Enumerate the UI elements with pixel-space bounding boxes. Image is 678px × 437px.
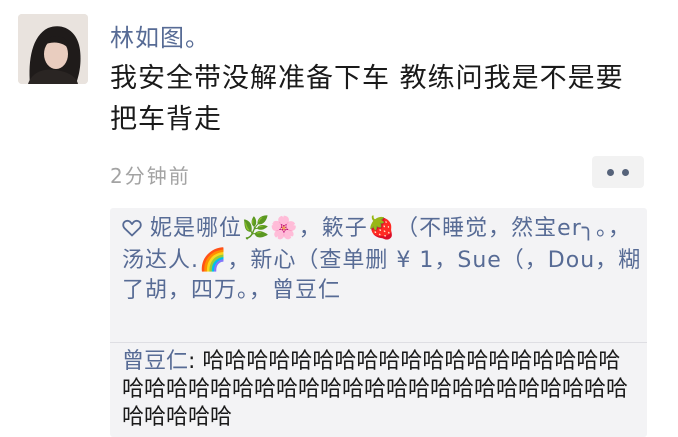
avatar[interactable] [18,14,88,84]
post-timestamp: 2分钟前 [110,164,191,188]
likes-list: 妮是哪位🌿🌸，簌子🍓（不睡觉，然宝er╮。，汤达人.🌈，新心（查单删 ¥ 1，S… [122,214,642,306]
comment-author[interactable]: 曾豆仁 [122,349,188,374]
more-actions-button[interactable] [592,156,644,188]
likes-divider [110,342,647,343]
post-author[interactable]: 林如图。 [110,18,210,53]
more-dot-icon [607,168,614,176]
post-text: 我安全带没解准备下车 教练问我是不是要把车背走 [110,63,624,135]
comment-separator: : [188,349,203,374]
avatar-image [18,14,88,84]
comment-item[interactable]: 曾豆仁: 哈哈哈哈哈哈哈哈哈哈哈哈哈哈哈哈哈哈哈哈哈哈哈哈哈哈哈哈哈哈哈哈哈哈哈… [122,348,640,432]
heart-outline-icon [122,216,144,246]
more-dot-icon [622,168,629,176]
interaction-panel: 妮是哪位🌿🌸，簌子🍓（不睡觉，然宝er╮。，汤达人.🌈，新心（查单删 ¥ 1，S… [110,208,647,437]
liker-names[interactable]: 妮是哪位🌿🌸，簌子🍓（不睡觉，然宝er╮。，汤达人.🌈，新心（查单删 ¥ 1，S… [122,216,641,303]
